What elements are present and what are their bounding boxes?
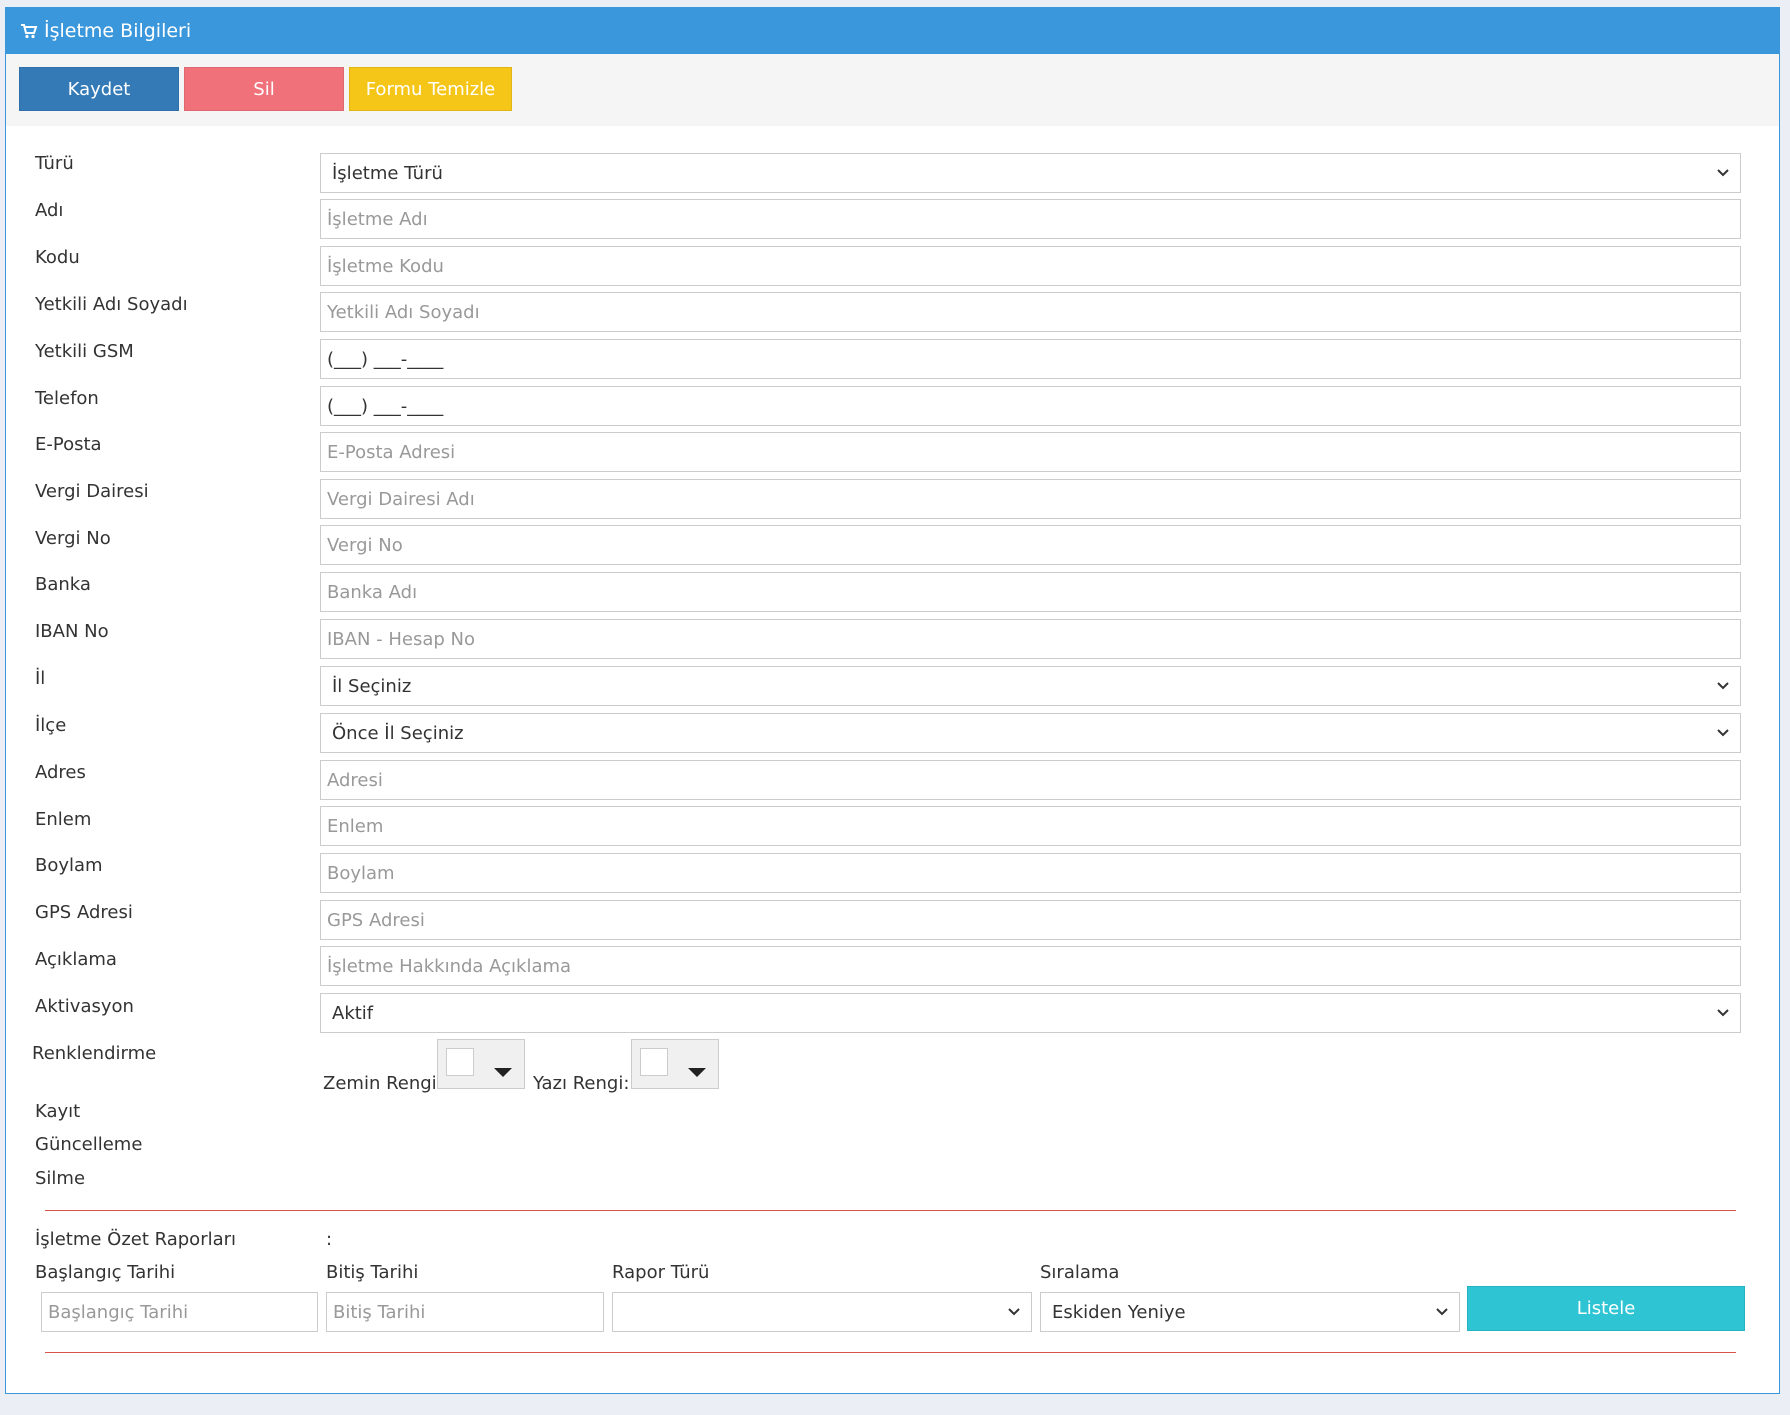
list-button[interactable]: Listele [1467,1286,1745,1331]
sort-value: Eskiden Yeniye [1052,1301,1186,1323]
divider-top [45,1210,1736,1211]
background-color-picker[interactable] [437,1039,525,1089]
clear-form-button[interactable]: Formu Temizle [349,67,512,111]
toolbar: Kaydet Sil Formu Temizle [6,54,1779,126]
gps-input[interactable]: GPS Adresi [320,900,1741,940]
label-aciklama: Açıklama [35,949,117,970]
report-type-select[interactable] [612,1292,1032,1332]
label-il: İl [35,668,46,689]
label-vergi-dairesi: Vergi Dairesi [35,481,149,502]
province-select[interactable]: İl Seçiniz [320,666,1741,706]
label-start-date: Başlangıç Tarihi [35,1262,176,1283]
caret-down-icon [688,1068,706,1077]
background-color-swatch [446,1048,474,1076]
district-select[interactable]: Önce İl Seçiniz [320,713,1741,753]
label-turu: Türü [35,153,74,174]
label-kodu: Kodu [35,247,80,268]
chevron-down-icon [1717,729,1729,737]
label-sort: Sıralama [1040,1262,1120,1283]
bank-input[interactable]: Banka Adı [320,572,1741,612]
divider-bottom [45,1352,1736,1353]
panel-header: İşletme Bilgileri [6,8,1779,54]
phone-input[interactable]: (___) ___-____ [320,386,1741,426]
chevron-down-icon [1717,682,1729,690]
iban-input[interactable]: IBAN - Hesap No [320,619,1741,659]
description-input[interactable]: İşletme Hakkında Açıklama [320,946,1741,986]
district-value: Önce İl Seçiniz [332,722,464,744]
manager-name-input[interactable]: Yetkili Adı Soyadı [320,292,1741,332]
label-aktivasyon: Aktivasyon [35,996,134,1017]
label-iban: IBAN No [35,621,109,642]
address-input[interactable]: Adresi [320,760,1741,800]
label-eposta: E-Posta [35,434,102,455]
chevron-down-icon [1717,1009,1729,1017]
label-gps: GPS Adresi [35,902,133,923]
caret-down-icon [494,1068,512,1077]
label-banka: Banka [35,574,91,595]
label-yazi-rengi: Yazı Rengi: [533,1073,630,1094]
report-colon: : [326,1229,333,1250]
label-vergi-no: Vergi No [35,528,111,549]
business-type-select[interactable]: İşletme Türü [320,153,1741,193]
chevron-down-icon [1436,1308,1448,1316]
label-kayit: Kayıt [35,1101,81,1122]
delete-button[interactable]: Sil [184,67,344,111]
label-silme: Silme [35,1168,86,1189]
business-name-input[interactable]: İşletme Adı [320,199,1741,239]
label-report-type: Rapor Türü [612,1262,710,1283]
start-date-input[interactable]: Başlangıç Tarihi [41,1292,318,1332]
chevron-down-icon [1717,169,1729,177]
sort-select[interactable]: Eskiden Yeniye [1040,1292,1460,1332]
latitude-input[interactable]: Enlem [320,806,1741,846]
label-boylam: Boylam [35,855,103,876]
save-button[interactable]: Kaydet [19,67,179,111]
tax-office-input[interactable]: Vergi Dairesi Adı [320,479,1741,519]
panel-title: İşletme Bilgileri [44,20,192,42]
business-type-value: İşletme Türü [332,162,443,184]
cart-icon [20,22,38,40]
label-ilce: İlçe [35,715,67,736]
text-color-picker[interactable] [631,1039,719,1089]
label-end-date: Bitiş Tarihi [326,1262,419,1283]
business-code-input[interactable]: İşletme Kodu [320,246,1741,286]
label-yetkili: Yetkili Adı Soyadı [35,294,188,315]
label-enlem: Enlem [35,809,92,830]
label-telefon: Telefon [35,388,99,409]
label-gsm: Yetkili GSM [35,341,134,362]
chevron-down-icon [1008,1308,1020,1316]
end-date-input[interactable]: Bitiş Tarihi [326,1292,604,1332]
label-adi: Adı [35,200,64,221]
text-color-swatch [640,1048,668,1076]
longitude-input[interactable]: Boylam [320,853,1741,893]
label-renklendirme: Renklendirme [32,1043,157,1064]
report-title: İşletme Özet Raporları [35,1229,237,1250]
email-input[interactable]: E-Posta Adresi [320,432,1741,472]
manager-gsm-input[interactable]: (___) ___-____ [320,339,1741,379]
label-guncelleme: Güncelleme [35,1134,143,1155]
activation-select[interactable]: Aktif [320,993,1741,1033]
label-adres: Adres [35,762,86,783]
tax-number-input[interactable]: Vergi No [320,525,1741,565]
province-value: İl Seçiniz [332,675,412,697]
label-zemin-rengi: Zemin Rengi: [323,1073,443,1094]
activation-value: Aktif [332,1002,374,1024]
